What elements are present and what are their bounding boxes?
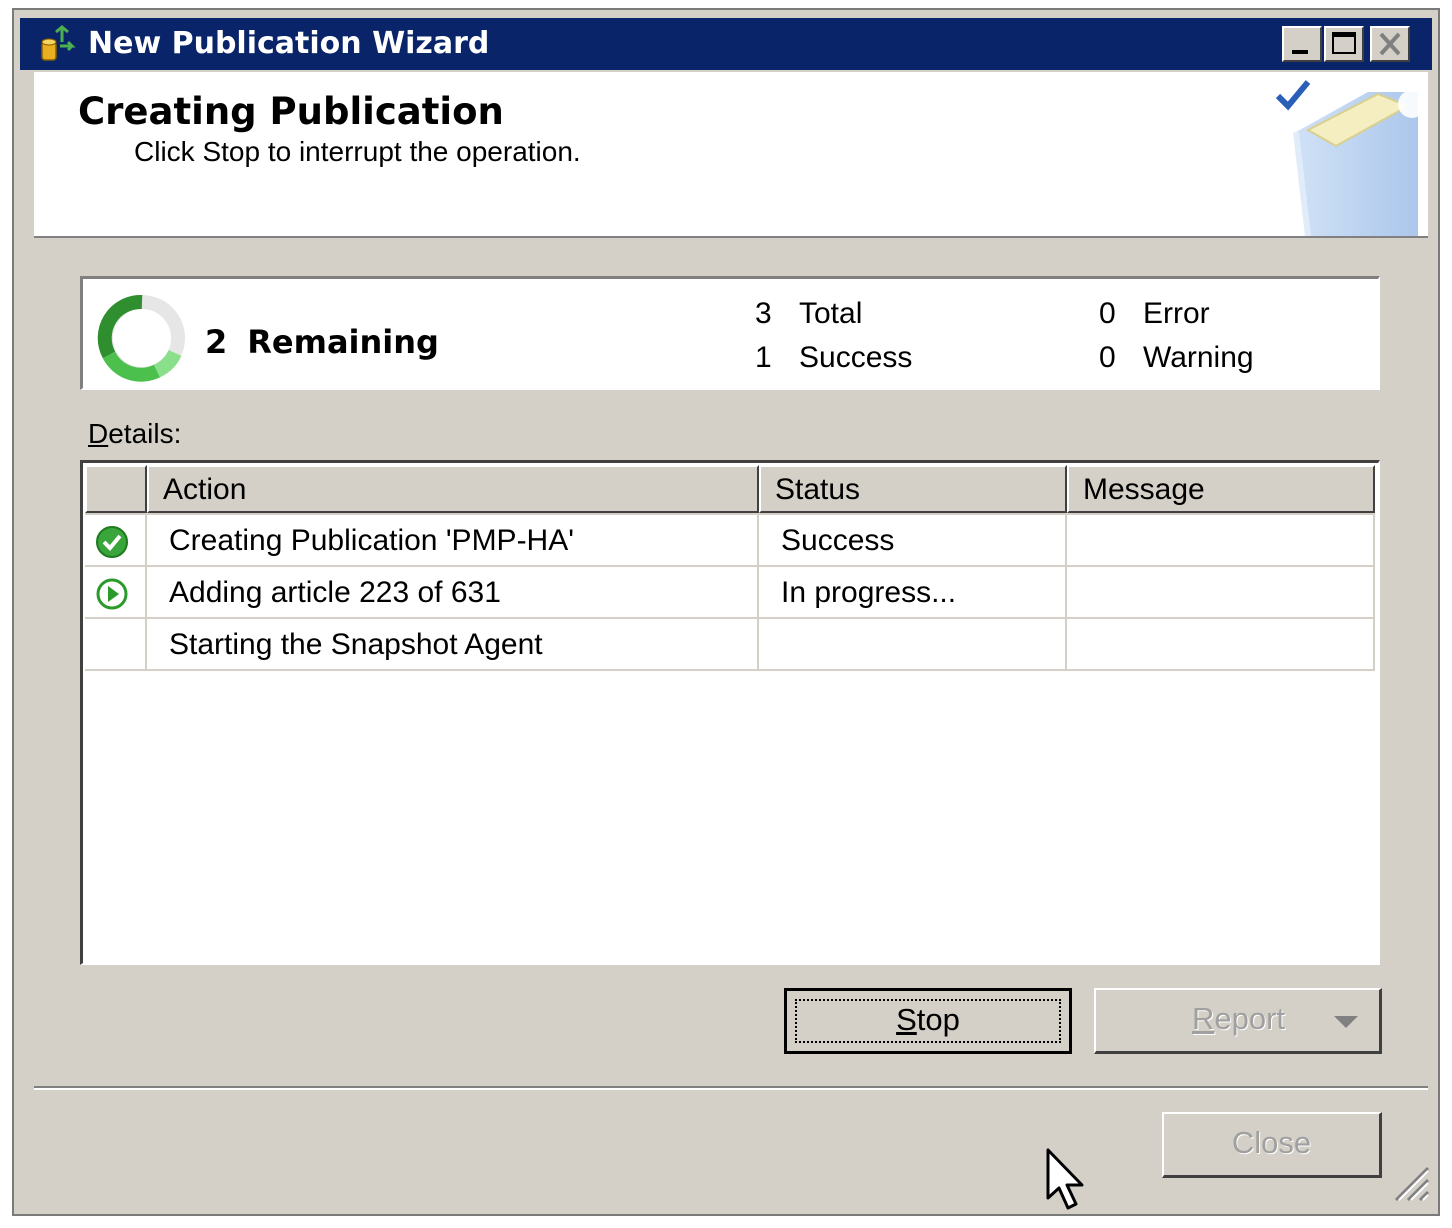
table-row[interactable]: Creating Publication 'PMP-HA' Success xyxy=(85,515,1375,567)
maximize-button[interactable] xyxy=(1324,26,1364,62)
status-column-header[interactable]: Status xyxy=(759,465,1067,513)
minimize-button[interactable] xyxy=(1282,26,1322,62)
report-button[interactable]: Report xyxy=(1094,988,1382,1054)
publication-wizard-icon xyxy=(41,25,76,61)
maximize-icon xyxy=(1332,32,1356,54)
status-cell: In progress... xyxy=(759,567,1067,619)
minimize-icon xyxy=(1292,50,1308,54)
table-row[interactable]: Starting the Snapshot Agent xyxy=(85,619,1375,671)
success-stat: 1 Success xyxy=(755,341,913,374)
message-cell xyxy=(1067,515,1375,567)
status-cell: Success xyxy=(759,515,1067,567)
message-cell xyxy=(1067,567,1375,619)
resize-grip-icon[interactable] xyxy=(1388,1160,1432,1204)
action-cell: Adding article 223 of 631 xyxy=(147,567,759,619)
mouse-cursor-icon xyxy=(1046,1148,1084,1210)
page-subtitle: Click Stop to interrupt the operation. xyxy=(134,136,581,167)
icon-column-header[interactable] xyxy=(85,465,147,513)
warning-stat: 0 Warning xyxy=(1099,341,1254,374)
error-stat: 0 Error xyxy=(1099,297,1210,330)
message-column-header[interactable]: Message xyxy=(1067,465,1375,513)
action-column-header[interactable]: Action xyxy=(147,465,759,513)
wizard-book-icon xyxy=(1275,80,1426,236)
remaining-count: 2 Remaining xyxy=(205,323,439,361)
wizard-header: Creating Publication Click Stop to inter… xyxy=(34,72,1428,238)
progress-spinner-icon xyxy=(97,295,185,382)
page-title: Creating Publication xyxy=(78,90,504,133)
action-cell: Creating Publication 'PMP-HA' xyxy=(147,515,759,567)
table-row[interactable]: Adding article 223 of 631 In progress... xyxy=(85,567,1375,619)
total-stat: 3 Total xyxy=(755,297,863,330)
details-label: Details: xyxy=(88,418,182,449)
grid-header: Action Status Message xyxy=(85,465,1375,515)
stop-button[interactable]: Stop xyxy=(784,988,1072,1054)
close-button[interactable]: Close xyxy=(1162,1112,1382,1178)
window-title: New Publication Wizard xyxy=(88,26,490,61)
progress-summary: 2 Remaining 3 Total 1 Success 0 Error 0 Warni… xyxy=(80,276,1380,390)
status-cell xyxy=(759,619,1067,671)
title-bar[interactable]: New Publication Wizard xyxy=(20,18,1432,70)
dropdown-arrow-icon[interactable] xyxy=(1332,1014,1360,1030)
close-window-button[interactable] xyxy=(1370,26,1410,62)
close-icon xyxy=(1379,32,1401,56)
footer-separator xyxy=(34,1086,1428,1090)
message-cell xyxy=(1067,619,1375,671)
in-progress-play-icon xyxy=(96,578,128,610)
success-check-icon xyxy=(96,526,128,558)
details-grid[interactable]: Action Status Message Creating Publicati… xyxy=(80,460,1380,965)
action-cell: Starting the Snapshot Agent xyxy=(147,619,759,671)
